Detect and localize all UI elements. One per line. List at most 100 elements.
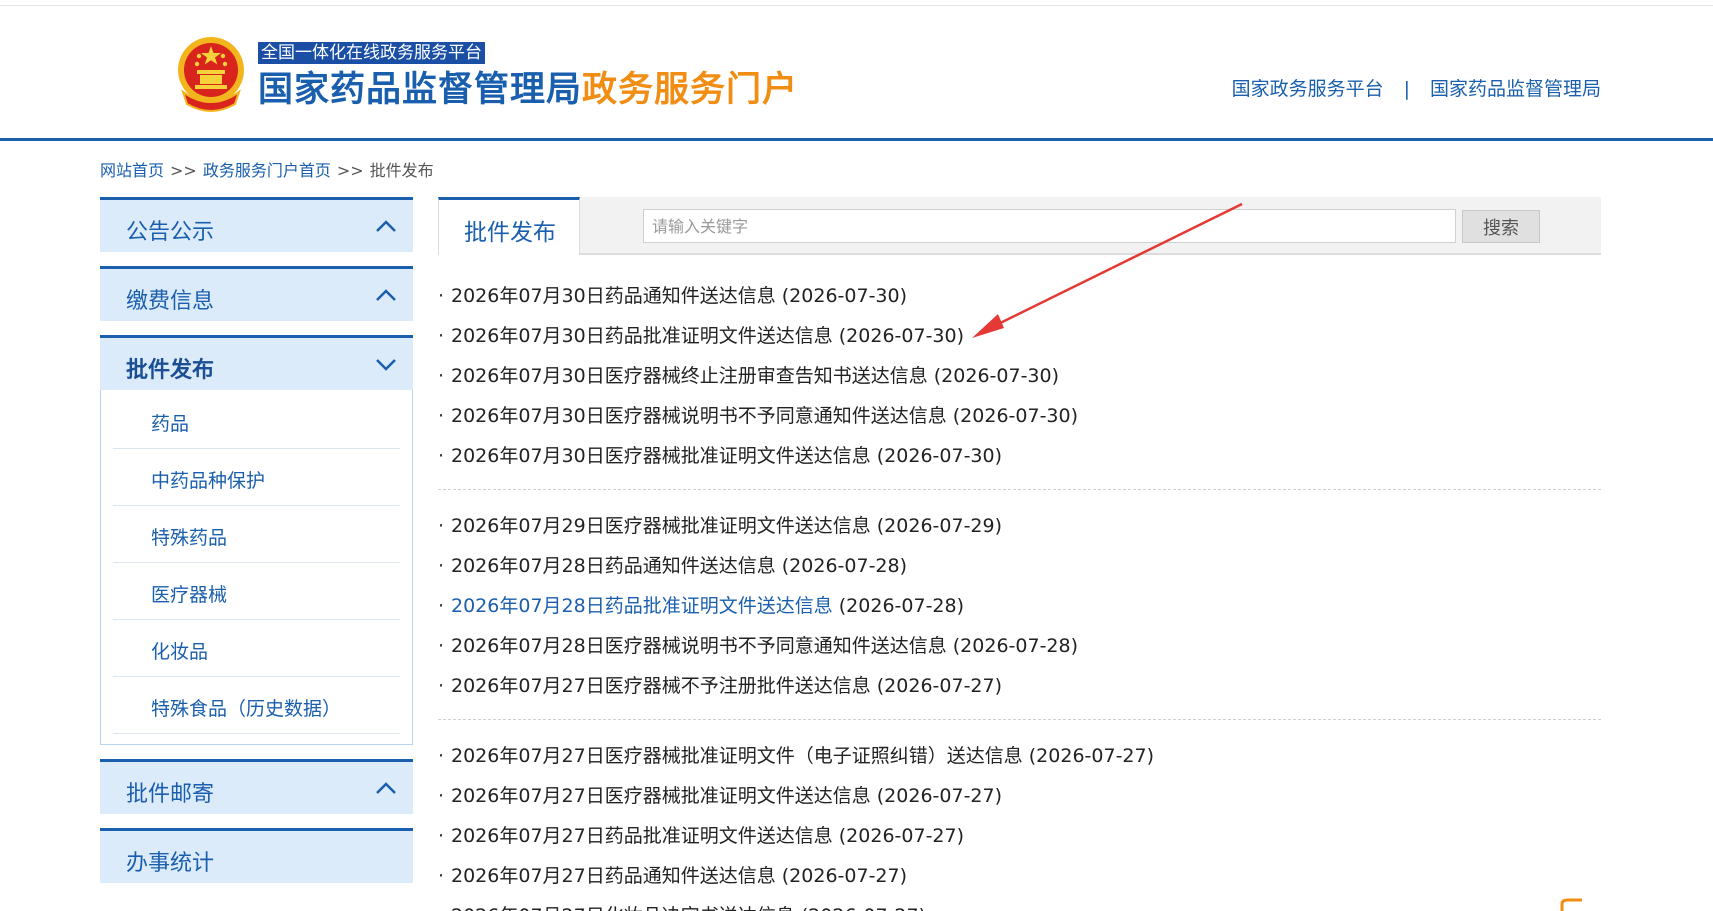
list-item: 2026年07月27日医疗器械不予注册批件送达信息 (2026-07-27) — [438, 666, 1601, 706]
list-item-date: (2026-07-27) — [876, 675, 1003, 697]
list-item-link[interactable]: 2026年07月30日医疗器械说明书不予同意通知件送达信息 — [451, 405, 947, 427]
list-item-date: (2026-07-29) — [876, 515, 1003, 537]
list-item: 2026年07月30日药品批准证明文件送达信息 (2026-07-30) — [438, 316, 1601, 356]
list-item-link[interactable]: 2026年07月27日医疗器械批准证明文件（电子证照纠错）送达信息 — [451, 745, 1023, 767]
site-title-secondary: 政务服务门户 — [582, 70, 799, 110]
sidebar-section-payment-info[interactable]: 缴费信息 — [100, 266, 413, 321]
list-item: 2026年07月27日医疗器械批准证明文件送达信息 (2026-07-27) — [438, 776, 1601, 816]
list-item-link[interactable]: 2026年07月30日医疗器械批准证明文件送达信息 — [451, 445, 871, 467]
list-item-date: (2026-07-30) — [838, 325, 965, 347]
list-item: 2026年07月27日药品通知件送达信息 (2026-07-27) — [438, 856, 1601, 896]
link-national-gov-service-platform[interactable]: 国家政务服务平台 — [1232, 78, 1384, 100]
sidebar-section-label: 公告公示 — [126, 220, 215, 245]
list-item: 2026年07月27日化妆品决定书送达信息 (2026-07-27) — [438, 896, 1601, 911]
list-item-date: (2026-07-28) — [781, 555, 908, 577]
breadcrumb-separator: >> — [336, 161, 364, 180]
list-item-link[interactable]: 2026年07月27日药品通知件送达信息 — [451, 865, 776, 887]
sidebar-subpanel: 药品 中药品种保护 特殊药品 医疗器械 化妆品 特殊食品（历史数据） — [100, 390, 413, 745]
approval-list: 2026年07月30日药品通知件送达信息 (2026-07-30)2026年07… — [438, 255, 1601, 911]
breadcrumb: 网站首页 >> 政务服务门户首页 >> 批件发布 — [100, 157, 434, 181]
sidebar-item-label: 医疗器械 — [151, 584, 228, 606]
tab-bar: 批件发布 搜索 — [438, 197, 1601, 255]
search-button[interactable]: 搜索 — [1462, 210, 1540, 243]
sidebar-section-label: 批件邮寄 — [126, 782, 215, 807]
chevron-up-icon — [376, 289, 396, 301]
site-title-primary: 国家药品监督管理局 — [258, 70, 583, 110]
sidebar-section-statistics[interactable]: 办事统计 — [100, 828, 413, 883]
sidebar-item-tcm-protection[interactable]: 中药品种保护 — [113, 449, 400, 506]
sidebar-item-label: 中药品种保护 — [151, 470, 266, 492]
sidebar-item-label: 化妆品 — [151, 641, 209, 663]
list-item-date: (2026-07-27) — [781, 865, 908, 887]
list-group: 2026年07月27日医疗器械批准证明文件（电子证照纠错）送达信息 (2026-… — [438, 720, 1601, 911]
link-nmpa[interactable]: 国家药品监督管理局 — [1430, 78, 1601, 100]
list-item: 2026年07月29日医疗器械批准证明文件送达信息 (2026-07-29) — [438, 506, 1601, 546]
list-item: 2026年07月27日药品批准证明文件送达信息 (2026-07-27) — [438, 816, 1601, 856]
breadcrumb-current: 批件发布 — [369, 161, 434, 180]
sidebar-item-medical-devices[interactable]: 医疗器械 — [113, 563, 400, 620]
list-item-date: (2026-07-27) — [1028, 745, 1155, 767]
list-item-date: (2026-07-30) — [952, 405, 1079, 427]
list-item-date: (2026-07-30) — [876, 445, 1003, 467]
sidebar-section-approval-release[interactable]: 批件发布 — [100, 335, 413, 390]
search-input[interactable] — [643, 209, 1456, 243]
sidebar-item-special-food[interactable]: 特殊食品（历史数据） — [113, 677, 400, 734]
list-item-date: (2026-07-27) — [876, 785, 1003, 807]
list-item: 2026年07月27日医疗器械批准证明文件（电子证照纠错）送达信息 (2026-… — [438, 736, 1601, 776]
breadcrumb-separator: >> — [170, 161, 197, 180]
chevron-up-icon — [376, 220, 396, 232]
list-item: 2026年07月28日医疗器械说明书不予同意通知件送达信息 (2026-07-2… — [438, 626, 1601, 666]
list-group: 2026年07月29日医疗器械批准证明文件送达信息 (2026-07-29)20… — [438, 490, 1601, 720]
sidebar-section-announcements[interactable]: 公告公示 — [100, 197, 413, 252]
list-item: 2026年07月30日医疗器械终止注册审查告知书送达信息 (2026-07-30… — [438, 356, 1601, 396]
list-item: 2026年07月28日药品通知件送达信息 (2026-07-28) — [438, 546, 1601, 586]
sidebar-item-label: 特殊药品 — [151, 527, 228, 549]
list-item-link[interactable]: 2026年07月27日医疗器械不予注册批件送达信息 — [451, 675, 871, 697]
list-item-link[interactable]: 2026年07月28日医疗器械说明书不予同意通知件送达信息 — [451, 635, 947, 657]
list-item-date: (2026-07-30) — [933, 365, 1060, 387]
list-item-link[interactable]: 2026年07月27日药品批准证明文件送达信息 — [451, 825, 833, 847]
platform-tagline: 全国一体化在线政务服务平台 — [258, 42, 485, 64]
list-item-date: (2026-07-28) — [952, 635, 1079, 657]
tab-label: 批件发布 — [464, 220, 556, 246]
sidebar: 公告公示 缴费信息 批件发布 药品 中药品种保护 特殊药品 医疗器械 化妆品 特… — [100, 197, 413, 883]
site-header: 全国一体化在线政务服务平台 国家药品监督管理局政务服务门户 国家政务服务平台 | 国… — [0, 6, 1713, 141]
chevron-up-icon — [376, 782, 396, 794]
list-item-link[interactable]: 2026年07月27日医疗器械批准证明文件送达信息 — [451, 785, 871, 807]
sidebar-item-cosmetics[interactable]: 化妆品 — [113, 620, 400, 677]
list-item: 2026年07月30日医疗器械批准证明文件送达信息 (2026-07-30) — [438, 436, 1601, 476]
list-item-link[interactable]: 2026年07月28日药品通知件送达信息 — [451, 555, 776, 577]
sidebar-section-label: 办事统计 — [126, 851, 215, 876]
sidebar-item-label: 特殊食品（历史数据） — [151, 698, 342, 720]
corner-decoration-icon — [1560, 898, 1582, 911]
breadcrumb-home[interactable]: 网站首页 — [100, 161, 164, 180]
sidebar-section-label: 批件发布 — [126, 358, 215, 383]
list-item-link[interactable]: 2026年07月30日药品通知件送达信息 — [451, 285, 776, 307]
breadcrumb-portal-home[interactable]: 政务服务门户首页 — [203, 161, 331, 180]
list-item-link[interactable]: 2026年07月29日医疗器械批准证明文件送达信息 — [451, 515, 871, 537]
main-content: 批件发布 搜索 2026年07月30日药品通知件送达信息 (2026-07-30… — [438, 197, 1601, 911]
list-item-link[interactable]: 2026年07月27日化妆品决定书送达信息 — [451, 905, 795, 911]
list-item: 2026年07月30日药品通知件送达信息 (2026-07-30) — [438, 276, 1601, 316]
list-group: 2026年07月30日药品通知件送达信息 (2026-07-30)2026年07… — [438, 255, 1601, 490]
national-emblem-icon — [178, 37, 244, 112]
tab-approval-release[interactable]: 批件发布 — [438, 197, 580, 255]
list-item-date: (2026-07-28) — [838, 595, 965, 617]
sidebar-item-drugs[interactable]: 药品 — [113, 392, 400, 449]
list-item-date: (2026-07-27) — [801, 905, 926, 911]
site-title[interactable]: 国家药品监督管理局政务服务门户 — [258, 67, 798, 113]
list-item-date: (2026-07-27) — [838, 825, 965, 847]
list-item-link[interactable]: 2026年07月30日医疗器械终止注册审查告知书送达信息 — [451, 365, 928, 387]
sidebar-section-label: 缴费信息 — [126, 289, 215, 314]
list-item: 2026年07月28日药品批准证明文件送达信息 (2026-07-28) — [438, 586, 1601, 626]
sidebar-section-approval-mailing[interactable]: 批件邮寄 — [100, 759, 413, 814]
list-item-date: (2026-07-30) — [781, 285, 908, 307]
list-item-link[interactable]: 2026年07月30日药品批准证明文件送达信息 — [451, 325, 833, 347]
list-item: 2026年07月30日医疗器械说明书不予同意通知件送达信息 (2026-07-3… — [438, 396, 1601, 436]
link-separator: | — [1403, 78, 1410, 100]
list-item-link[interactable]: 2026年07月28日药品批准证明文件送达信息 — [451, 595, 833, 617]
sidebar-item-special-drugs[interactable]: 特殊药品 — [113, 506, 400, 563]
top-links: 国家政务服务平台 | 国家药品监督管理局 — [1232, 74, 1601, 101]
sidebar-item-label: 药品 — [151, 413, 190, 435]
chevron-down-icon — [376, 359, 396, 371]
